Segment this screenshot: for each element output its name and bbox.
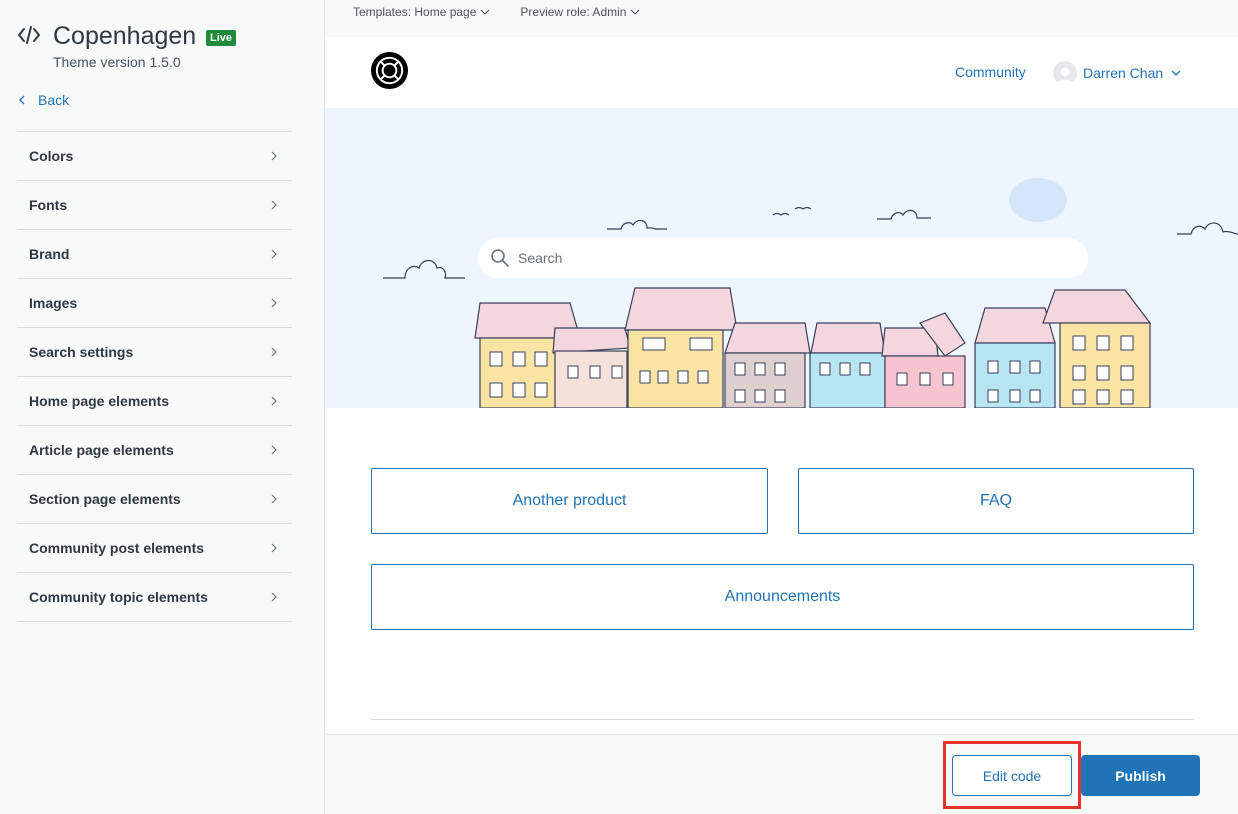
theme-preview: Community Darren Chan Search Another pro… (325, 37, 1238, 734)
help-center-header: Community Darren Chan (325, 37, 1238, 108)
templates-dropdown[interactable]: Templates: Home page (353, 5, 490, 19)
action-footer: Edit code Publish (325, 734, 1238, 814)
avatar (1053, 61, 1077, 85)
sidebar-item-images[interactable]: Images (17, 279, 292, 328)
edit-code-label: Edit code (982, 767, 1042, 784)
chevron-left-icon (19, 95, 25, 105)
sidebar-item-label: Article page elements (29, 442, 174, 458)
category-announcements[interactable]: Announcements (371, 564, 1194, 630)
chevron-down-icon (481, 9, 490, 15)
search-input[interactable] (518, 250, 1058, 266)
category-faq[interactable]: FAQ (798, 468, 1194, 534)
chevron-right-icon (271, 396, 277, 406)
sidebar-item-colors[interactable]: Colors (17, 132, 292, 181)
user-icon (1057, 67, 1073, 85)
publish-button[interactable]: Publish (1081, 755, 1200, 796)
sidebar-item-section-page-elements[interactable]: Section page elements (17, 475, 292, 524)
chevron-down-icon (1171, 70, 1181, 76)
category-label: Another product (512, 492, 627, 509)
chevron-right-icon (271, 445, 277, 455)
chevron-right-icon (271, 298, 277, 308)
edit-code-button[interactable]: Edit code (952, 755, 1072, 796)
publish-label: Publish (1115, 767, 1166, 784)
category-another-product[interactable]: Another product (371, 468, 768, 534)
hero-banner (325, 108, 1238, 408)
sidebar-item-brand[interactable]: Brand (17, 230, 292, 279)
chevron-down-icon (631, 9, 640, 15)
section-divider (371, 719, 1194, 720)
sidebar-item-fonts[interactable]: Fonts (17, 181, 292, 230)
community-link[interactable]: Community (955, 64, 1026, 80)
back-label: Back (38, 92, 70, 108)
sidebar-item-label: Community post elements (29, 540, 205, 556)
settings-list: Colors Fonts Brand Images Search setting… (17, 131, 292, 622)
code-icon (18, 26, 40, 44)
chevron-right-icon (271, 200, 277, 210)
sidebar-item-label: Brand (29, 246, 70, 262)
chevron-right-icon (271, 543, 277, 553)
live-badge: Live (206, 30, 237, 46)
preview-role-label: Preview role: Admin (520, 5, 627, 19)
user-menu[interactable]: Darren Chan (1053, 61, 1181, 85)
search-bar[interactable] (478, 238, 1088, 278)
templates-label: Templates: Home page (353, 5, 477, 19)
sidebar-item-community-post-elements[interactable]: Community post elements (17, 524, 292, 573)
category-label: FAQ (979, 492, 1012, 509)
theme-title: Copenhagen (53, 22, 197, 50)
sidebar-item-search-settings[interactable]: Search settings (17, 328, 292, 377)
back-link[interactable]: Back (18, 92, 69, 108)
chevron-right-icon (271, 592, 277, 602)
chevron-right-icon (271, 151, 277, 161)
sidebar-item-home-page-elements[interactable]: Home page elements (17, 377, 292, 426)
lifebuoy-logo-icon[interactable] (370, 51, 409, 90)
preview-role-dropdown[interactable]: Preview role: Admin (520, 5, 640, 19)
theme-version: Theme version 1.5.0 (53, 54, 181, 70)
sidebar-item-label: Fonts (29, 197, 68, 213)
sidebar-item-label: Colors (29, 148, 74, 164)
preview-toolbar: Templates: Home page Preview role: Admin (325, 0, 1238, 37)
sidebar-item-article-page-elements[interactable]: Article page elements (17, 426, 292, 475)
theme-sidebar: Copenhagen Live Theme version 1.5.0 Back… (0, 0, 325, 814)
chevron-right-icon (271, 494, 277, 504)
search-icon (491, 249, 509, 267)
sidebar-item-label: Section page elements (29, 491, 181, 507)
sidebar-item-community-topic-elements[interactable]: Community topic elements (17, 573, 292, 622)
sidebar-item-label: Community topic elements (29, 589, 208, 605)
category-label: Announcements (724, 588, 841, 605)
user-name: Darren Chan (1083, 65, 1164, 81)
preview-area: Templates: Home page Preview role: Admin… (325, 0, 1238, 814)
chevron-right-icon (271, 249, 277, 259)
sidebar-item-label: Search settings (29, 344, 134, 360)
chevron-right-icon (271, 347, 277, 357)
sidebar-item-label: Images (29, 295, 78, 311)
sidebar-item-label: Home page elements (29, 393, 170, 409)
